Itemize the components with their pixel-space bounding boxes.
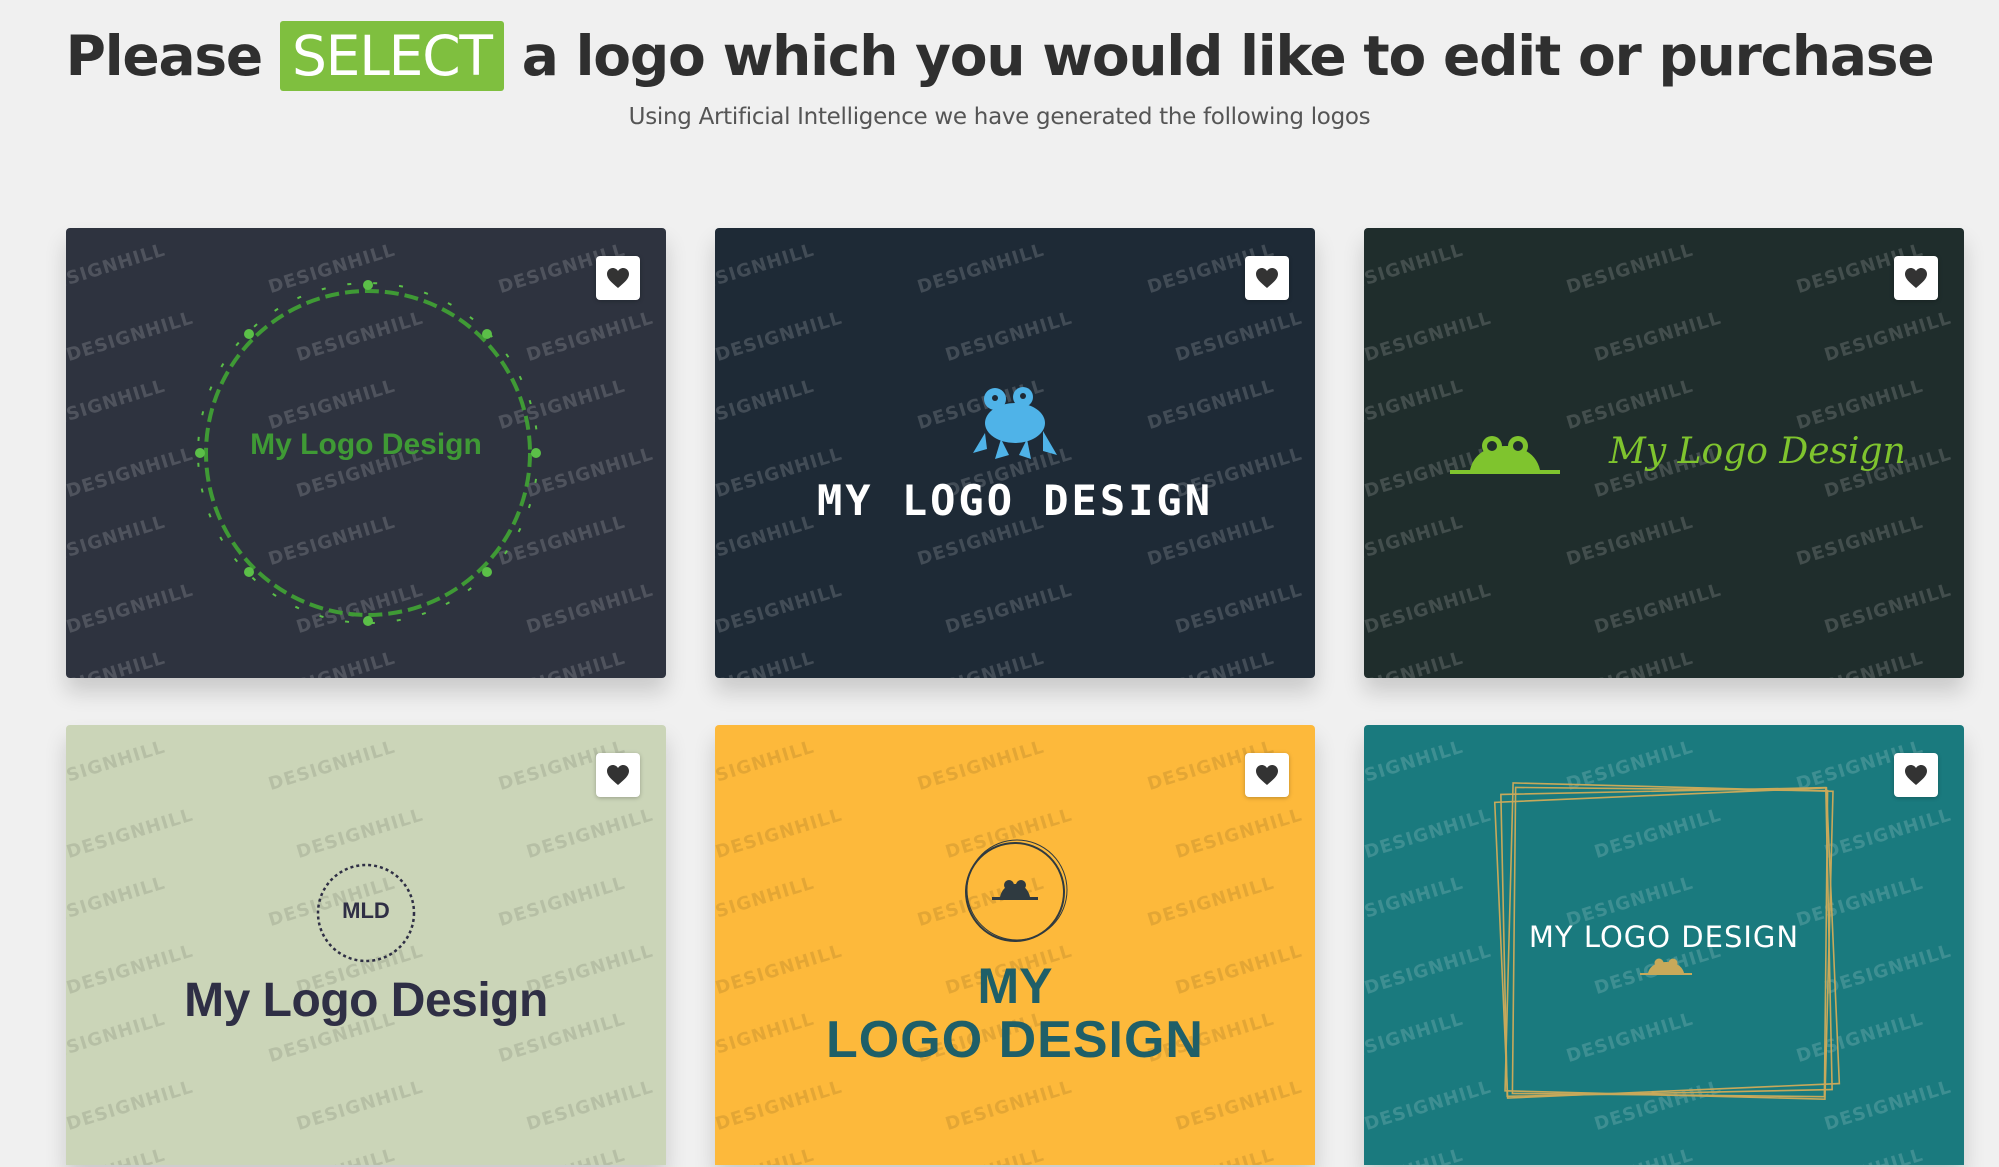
favorite-button[interactable] <box>1245 256 1289 300</box>
page-title: Please SELECT a logo which you would lik… <box>0 20 1999 92</box>
logo-card-1[interactable]: DESIGNHILL DESIGNHILL DESIGNHILL DESIGNHILL… <box>66 228 666 678</box>
heart-icon <box>1256 765 1278 785</box>
heart-icon <box>607 268 629 288</box>
logo-preview: My Logo Design <box>1364 228 1964 678</box>
logo-text: My Logo Design <box>1609 431 1906 472</box>
logo-text: MY LOGO DESIGN <box>1528 920 1800 954</box>
logo-preview: MY LOGO DESIGN <box>1364 725 1964 1165</box>
headline-after: a logo which you would like to edit or p… <box>521 24 1935 88</box>
logo-preview: MY LOGO DESIGN <box>715 228 1315 678</box>
favorite-button[interactable] <box>596 256 640 300</box>
logo-preview: MY LOGO DESIGN <box>715 725 1315 1165</box>
favorite-button[interactable] <box>1245 753 1289 797</box>
page-header: Please SELECT a logo which you would lik… <box>0 0 1999 130</box>
favorite-button[interactable] <box>1894 753 1938 797</box>
page-subtitle: Using Artificial Intelligence we have ge… <box>628 104 1371 130</box>
logo-monogram: MLD <box>342 898 390 923</box>
logo-text: MY LOGO DESIGN <box>816 476 1213 525</box>
heart-icon <box>1905 268 1927 288</box>
logo-text: My Logo Design <box>184 974 548 1027</box>
logo-preview: My Logo Design <box>66 228 666 678</box>
logo-card-5[interactable]: DESIGNHILL DESIGNHILL DESIGNHILL DESIGNHILL… <box>715 725 1315 1165</box>
heart-icon <box>607 765 629 785</box>
favorite-button[interactable] <box>1894 256 1938 300</box>
headline-before: Please <box>65 24 264 88</box>
logo-card-3[interactable]: DESIGNHILL DESIGNHILL DESIGNHILL DESIGNHILL… <box>1364 228 1964 678</box>
logo-card-6[interactable]: DESIGNHILL DESIGNHILL DESIGNHILL DESIGNHILL… <box>1364 725 1964 1165</box>
logo-card-4[interactable]: DESIGNHILL DESIGNHILL DESIGNHILL DESIGNHILL… <box>66 725 666 1165</box>
logo-text-line-1: MY <box>977 958 1053 1014</box>
frog-eyes-icon <box>1450 436 1560 474</box>
favorite-button[interactable] <box>596 753 640 797</box>
frog-icon <box>973 387 1057 459</box>
logo-card-2[interactable]: DESIGNHILL DESIGNHILL DESIGNHILL DESIGNHILL… <box>715 228 1315 678</box>
logo-preview: MLD My Logo Design <box>66 725 666 1165</box>
heart-icon <box>1905 765 1927 785</box>
circle-frog-icon <box>965 839 1068 942</box>
heart-icon <box>1256 268 1278 288</box>
logo-text-line-2: LOGO DESIGN <box>826 1011 1204 1069</box>
logo-text: My Logo Design <box>250 428 482 461</box>
headline-highlight: SELECT <box>279 21 504 91</box>
